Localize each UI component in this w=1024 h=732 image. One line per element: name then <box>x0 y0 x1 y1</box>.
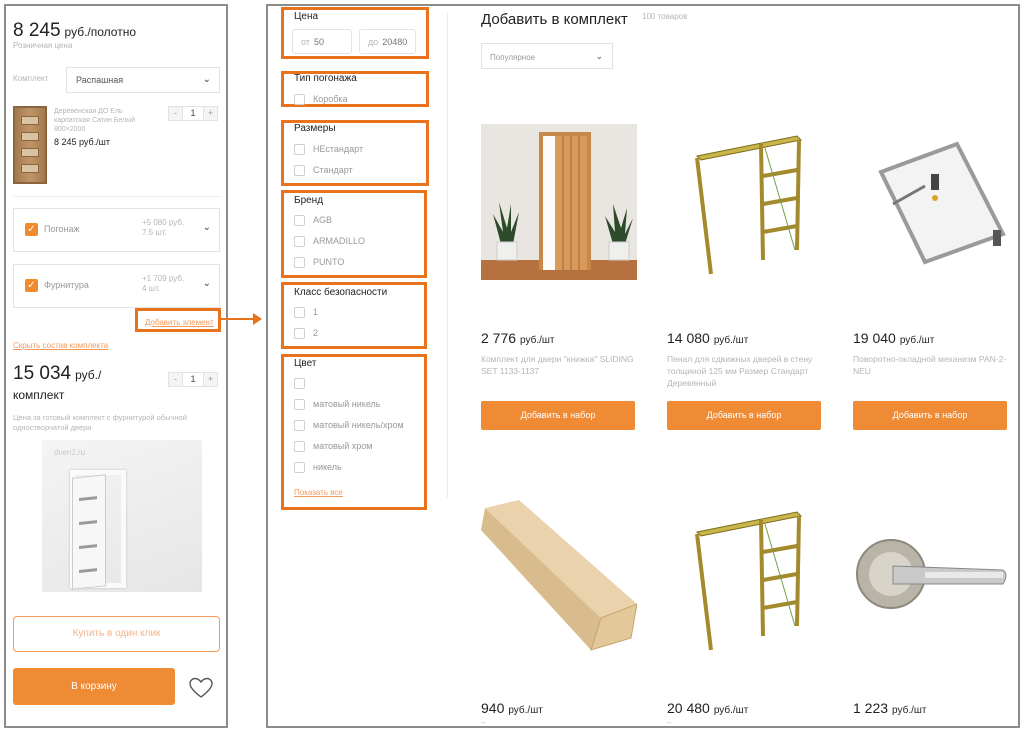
checkbox-icon <box>294 419 305 431</box>
hide-kit-link[interactable]: Скрыть состав комплекта <box>13 341 108 350</box>
checkbox-icon <box>294 306 305 318</box>
add-to-cart-button[interactable]: В корзину <box>13 668 175 705</box>
minus-button[interactable]: - <box>169 107 182 120</box>
checkbox-icon <box>294 256 305 268</box>
kit-label: Комплект <box>13 74 49 83</box>
price-from-input[interactable]: от 50 <box>292 29 352 54</box>
checkbox-icon <box>294 93 305 105</box>
product-image[interactable] <box>667 500 823 656</box>
arrow-head <box>253 313 262 325</box>
product-image[interactable] <box>853 124 1009 280</box>
filter-option[interactable]: никель <box>294 461 342 473</box>
product-price: 19 040 руб./шт <box>853 330 935 346</box>
show-all-link[interactable]: Показать все <box>294 488 343 497</box>
highlight-add-element <box>135 308 221 332</box>
checkbox-icon <box>294 327 305 339</box>
door-thumbnail <box>13 106 47 184</box>
filter-option[interactable]: ARMADILLO <box>294 235 365 247</box>
product-image[interactable] <box>481 124 637 280</box>
product-price: 14 080 руб./шт <box>667 330 749 346</box>
product-name: Деревенская ДО Ель карпатская Сатин Белы… <box>54 108 136 133</box>
checkbox-checked-icon[interactable]: ✓ <box>25 279 38 292</box>
product-price: 2 776 руб./шт <box>481 330 555 346</box>
filter-option[interactable] <box>294 377 313 389</box>
add-to-set-button[interactable]: Добавить в набор <box>853 401 1007 430</box>
buy-one-click-button[interactable]: Купить в один клик <box>13 616 220 652</box>
chevron-down-icon: ⌄ <box>595 51 603 61</box>
watermark: dveri1.ru <box>54 448 86 457</box>
filter-price-title: Цена <box>294 11 319 22</box>
heart-icon[interactable] <box>189 677 213 699</box>
add-to-set-button[interactable]: Добавить в набор <box>481 401 635 430</box>
filter-option[interactable]: НЕстандарт <box>294 143 363 155</box>
product-name[interactable]: – <box>667 718 671 726</box>
filter-option[interactable]: Стандарт <box>294 164 353 176</box>
plus-button[interactable]: + <box>204 373 217 386</box>
product-qty-stepper[interactable]: - 1 + <box>168 106 218 121</box>
filter-option[interactable]: 1 <box>294 306 318 318</box>
filter-option[interactable]: PUNTO <box>294 256 344 268</box>
filter-option[interactable]: матовый никель/хром <box>294 419 404 431</box>
checkbox-icon <box>294 164 305 176</box>
kit-select[interactable]: Распашная ⌄ <box>66 67 220 93</box>
chevron-down-icon[interactable]: ⌄ <box>203 222 211 233</box>
product-price: 1 223 руб./шт <box>853 700 927 716</box>
kit-description: Цена за готовый комплект с фурнитурой об… <box>13 413 187 432</box>
minus-button[interactable]: - <box>169 373 182 386</box>
kit-qty-stepper[interactable]: - 1 + <box>168 372 218 387</box>
add-to-kit-panel: Цена от 50 до 20480 Тип погонажа Коробка Р… <box>266 4 1020 728</box>
filter-option[interactable]: матовый хром <box>294 440 373 452</box>
door-price: 8 245 руб./полотно <box>13 20 137 41</box>
checkbox-icon <box>294 235 305 247</box>
option-hardware[interactable]: ✓ Фурнитура +1 709 руб. 4 шт. ⌄ <box>13 264 220 308</box>
product-name[interactable]: Поворотно-окладной механизм PAN-2-NEU <box>853 353 1009 377</box>
filter-brand-title: Бренд <box>294 195 324 206</box>
filter-option[interactable]: 2 <box>294 327 318 339</box>
chevron-down-icon[interactable]: ⌄ <box>203 278 211 289</box>
product-price: 940 руб./шт <box>481 700 543 716</box>
checkbox-icon <box>294 398 305 410</box>
checkbox-icon <box>294 214 305 226</box>
page-title: Добавить в комплект <box>481 11 628 28</box>
kit-total-price: 15 034 руб./ <box>13 363 102 384</box>
filter-option[interactable]: AGB <box>294 214 332 226</box>
price-subtitle: Розничная цена <box>13 41 73 50</box>
option-moulding[interactable]: ✓ Погонаж +5 080 руб. 7.5 шт. ⌄ <box>13 208 220 252</box>
kit-total-unit: комплект <box>13 388 65 402</box>
product-name[interactable]: Пенал для сдвижных дверей в стену толщин… <box>667 353 823 389</box>
product-name[interactable]: Комплект для двери "книжка" SLIDING SET … <box>481 353 637 377</box>
product-image[interactable] <box>667 124 823 280</box>
qty-value[interactable]: 1 <box>182 107 204 120</box>
checkbox-icon <box>294 440 305 452</box>
product-image[interactable] <box>481 500 637 656</box>
divider <box>13 196 220 197</box>
product-name[interactable]: – <box>481 718 485 726</box>
filter-option[interactable]: матовый никель <box>294 398 380 410</box>
product-price: 20 480 руб./шт <box>667 700 749 716</box>
checkbox-checked-icon[interactable]: ✓ <box>25 223 38 236</box>
checkbox-icon <box>294 461 305 473</box>
product-price: 8 245 руб./шт <box>54 137 111 147</box>
price-to-input[interactable]: до 20480 <box>359 29 416 54</box>
arrow-line <box>221 318 257 320</box>
plus-button[interactable]: + <box>204 107 217 120</box>
kit-image: dveri1.ru <box>42 440 202 592</box>
filter-moulding-title: Тип погонажа <box>294 73 357 84</box>
checkbox-icon <box>294 377 305 389</box>
product-count: 100 товаров <box>642 12 688 21</box>
add-to-set-button[interactable]: Добавить в набор <box>667 401 821 430</box>
filter-security-title: Класс безопасности <box>294 287 388 298</box>
chevron-down-icon: ⌄ <box>202 74 211 85</box>
filter-sizes-title: Размеры <box>294 123 336 134</box>
product-image[interactable] <box>853 500 1009 656</box>
sort-select[interactable]: Популярное ⌄ <box>481 43 613 69</box>
filter-option[interactable]: Коробка <box>294 93 348 105</box>
filter-color-title: Цвет <box>294 358 317 369</box>
qty-value[interactable]: 1 <box>182 373 204 386</box>
divider <box>447 12 448 498</box>
product-panel: 8 245 руб./полотно Розничная цена Комплек… <box>4 4 228 728</box>
checkbox-icon <box>294 143 305 155</box>
